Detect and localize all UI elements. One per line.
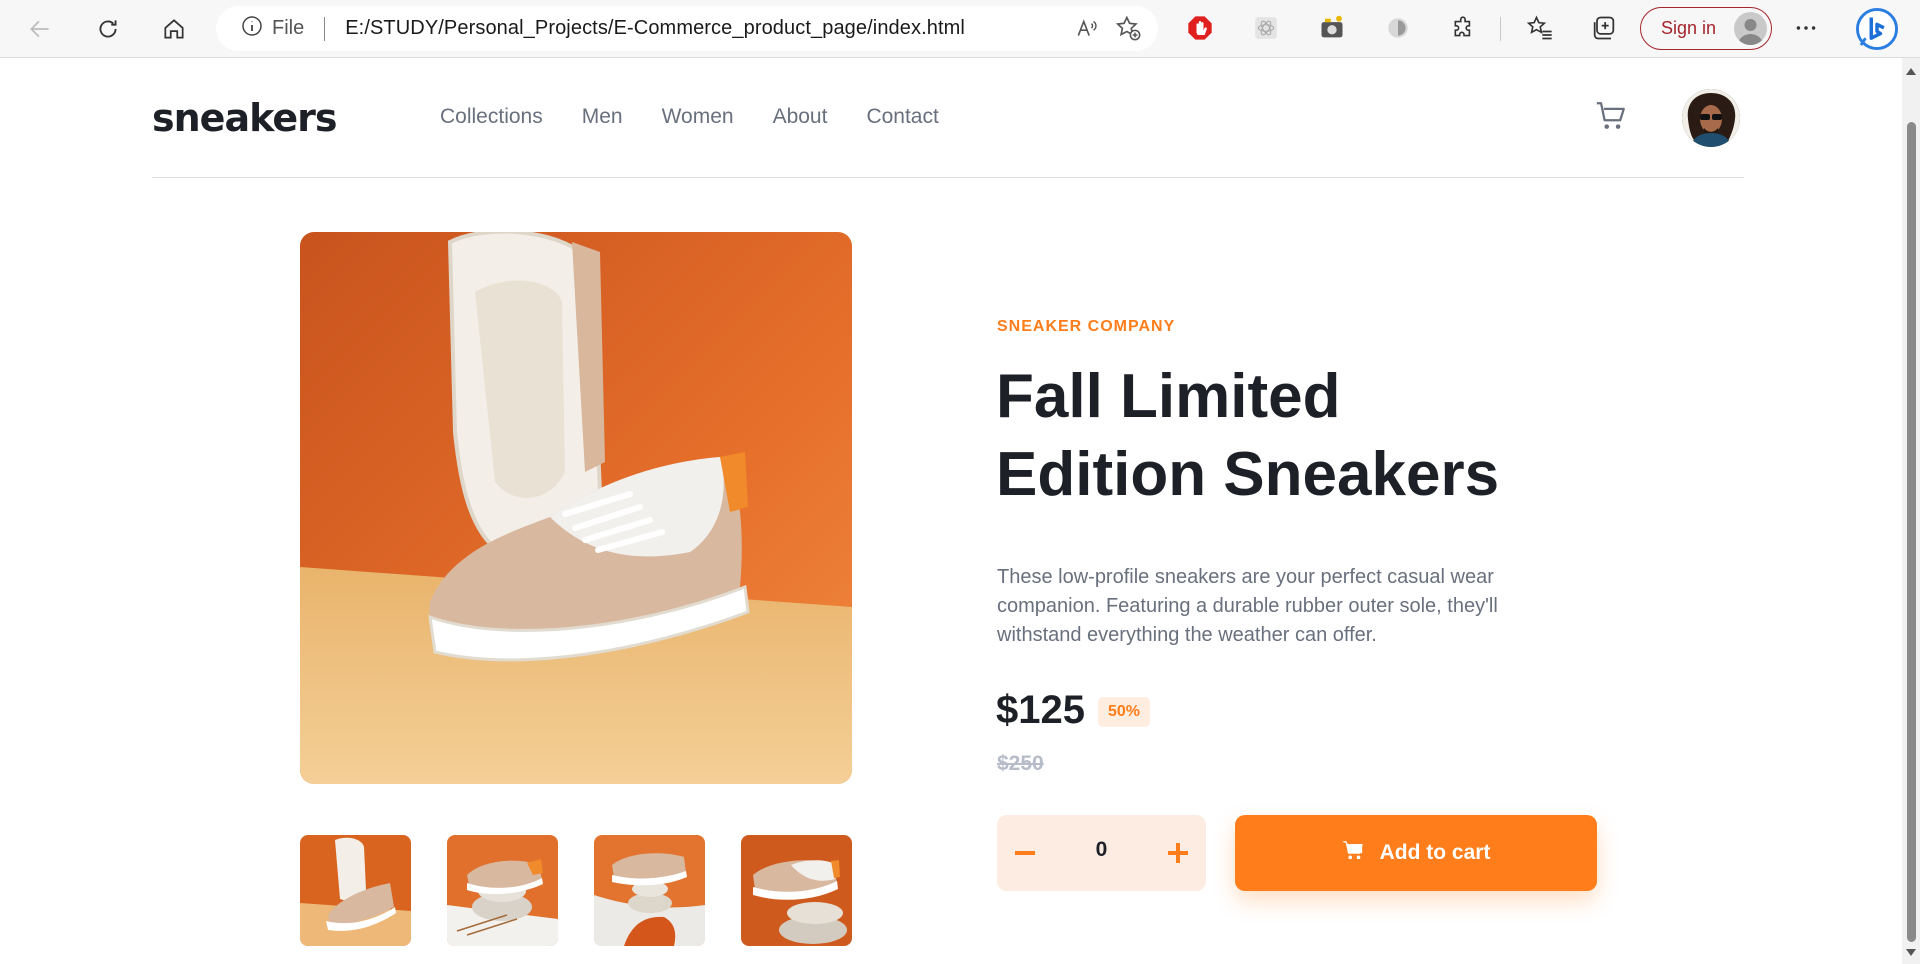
gray-extension-icon[interactable]: [1378, 8, 1418, 48]
company-label: SNEAKER COMPANY: [997, 318, 1176, 335]
sign-in-button[interactable]: Sign in: [1640, 7, 1772, 50]
home-icon[interactable]: [154, 9, 194, 49]
main-nav: Collections Men Women About Contact: [440, 105, 939, 129]
original-price: $250: [997, 752, 1044, 775]
profile-placeholder-icon: [1734, 12, 1767, 45]
info-icon[interactable]: [240, 14, 264, 44]
nav-men[interactable]: Men: [582, 105, 623, 129]
user-avatar[interactable]: [1682, 89, 1740, 147]
add-to-cart-label: Add to cart: [1379, 841, 1491, 864]
react-devtools-icon[interactable]: [1246, 8, 1286, 48]
sign-in-label: Sign in: [1661, 18, 1717, 38]
more-options-icon[interactable]: [1786, 8, 1826, 48]
product-thumbnail-3[interactable]: [594, 835, 705, 946]
add-favorite-icon[interactable]: [1114, 14, 1142, 48]
back-icon[interactable]: [20, 9, 60, 49]
nav-women[interactable]: Women: [662, 105, 734, 129]
url-text[interactable]: E:/STUDY/Personal_Projects/E-Commerce_pr…: [345, 17, 965, 40]
scroll-down-icon[interactable]: [1906, 949, 1916, 956]
adblock-extension-icon[interactable]: [1180, 8, 1220, 48]
product-thumbnail-1[interactable]: [300, 835, 411, 946]
toolbar-divider: [1500, 17, 1501, 41]
header-divider: [152, 177, 1744, 178]
site-logo[interactable]: sneakers: [152, 96, 337, 140]
quantity-stepper: 0: [997, 815, 1206, 891]
current-price: $125: [996, 688, 1085, 732]
address-bar[interactable]: File E:/STUDY/Personal_Projects/E-Commer…: [216, 6, 1158, 51]
reload-icon[interactable]: [88, 9, 128, 49]
cart-icon: [1342, 839, 1364, 867]
file-label: File: [272, 17, 305, 39]
product-main-image[interactable]: [300, 232, 852, 784]
nav-collections[interactable]: Collections: [440, 105, 543, 129]
extensions-puzzle-icon[interactable]: [1444, 8, 1484, 48]
plus-icon[interactable]: [1160, 835, 1196, 871]
bing-copilot-icon[interactable]: [1852, 4, 1902, 54]
product-title: Fall Limited Edition Sneakers: [996, 362, 1500, 509]
address-separator: [324, 16, 326, 41]
add-to-cart-button[interactable]: Add to cart: [1235, 815, 1597, 891]
product-thumbnail-4[interactable]: [741, 835, 852, 946]
nav-contact[interactable]: Contact: [866, 105, 938, 129]
favorites-icon[interactable]: [1520, 8, 1560, 48]
browser-toolbar: File E:/STUDY/Personal_Projects/E-Commer…: [0, 0, 1920, 58]
product-description: These low-profile sneakers are your perf…: [997, 566, 1498, 646]
discount-badge: 50%: [1098, 697, 1150, 727]
scroll-up-icon[interactable]: [1906, 68, 1916, 75]
collections-icon[interactable]: [1584, 8, 1624, 48]
page-scrollbar[interactable]: [1902, 58, 1920, 964]
nav-about[interactable]: About: [773, 105, 828, 129]
camera-extension-icon[interactable]: [1312, 8, 1352, 48]
product-thumbnail-2[interactable]: [447, 835, 558, 946]
scroll-thumb[interactable]: [1907, 122, 1916, 942]
read-aloud-icon[interactable]: [1074, 15, 1100, 47]
cart-icon[interactable]: [1594, 99, 1628, 133]
